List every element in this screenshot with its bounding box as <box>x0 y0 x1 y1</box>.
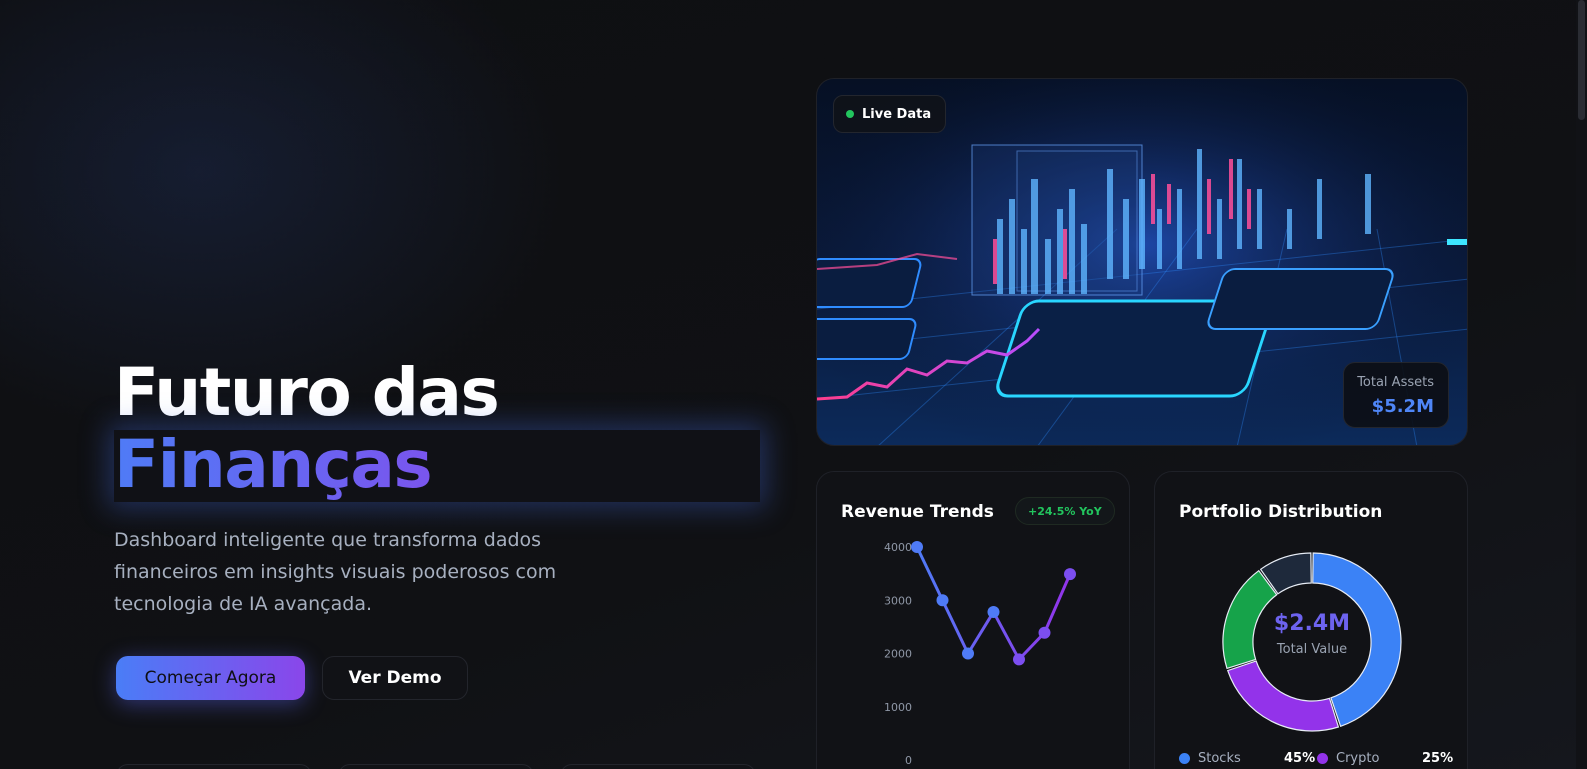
revenue-data-point[interactable] <box>911 541 923 553</box>
legend-dot-crypto <box>1317 752 1328 764</box>
legend-item-crypto: Crypto 25% <box>1317 748 1453 768</box>
stat-card <box>338 764 534 769</box>
hero-title: Futuro das <box>114 354 500 431</box>
revenue-line-chart: 4000 3000 2000 1000 0 <box>884 541 1076 767</box>
scrollbar-thumb[interactable] <box>1578 0 1585 120</box>
legend-value-crypto: 25% <box>1422 750 1454 766</box>
live-status-dot <box>846 110 854 118</box>
revenue-data-point[interactable] <box>1013 653 1025 666</box>
total-assets-label: Total Assets <box>1357 375 1434 390</box>
hero-title-highlight: Finanças <box>114 426 433 503</box>
portfolio-distribution-card: Portfolio Distribution $2.4M Total Value… <box>1154 471 1468 769</box>
view-demo-button[interactable]: Ver Demo <box>322 656 468 700</box>
y-tick-label: 0 <box>905 754 912 767</box>
portfolio-total-value: $2.4M <box>1273 611 1351 636</box>
legend-dot-stocks <box>1179 752 1190 764</box>
total-assets-value: $5.2M <box>1371 396 1434 417</box>
legend-value-stocks: 45% <box>1284 750 1316 766</box>
live-data-label: Live Data <box>862 106 932 122</box>
legend-label-crypto: Crypto <box>1336 750 1380 766</box>
legend-item-stocks: Stocks 45% <box>1179 748 1315 768</box>
live-data-badge: Live Data <box>833 95 947 133</box>
stat-card <box>560 764 756 769</box>
revenue-data-point[interactable] <box>936 594 949 607</box>
y-tick-label: 1000 <box>884 701 912 714</box>
total-assets-badge: Total Assets $5.2M <box>1343 362 1449 428</box>
hero-description: Dashboard inteligente que transforma dad… <box>114 529 557 615</box>
revenue-trends-card: Revenue Trends +24.5% YoY 4000 3000 2000 10… <box>816 471 1130 769</box>
stat-card <box>116 764 312 769</box>
y-tick-label: 4000 <box>884 541 912 554</box>
revenue-data-point[interactable] <box>1038 626 1051 639</box>
revenue-data-point[interactable] <box>1064 568 1076 581</box>
portfolio-total-label: Total Value <box>1276 642 1348 657</box>
legend-label-stocks: Stocks <box>1198 750 1241 766</box>
y-tick-label: 2000 <box>884 648 912 661</box>
get-started-button[interactable]: Começar Agora <box>116 656 305 700</box>
y-tick-label: 3000 <box>884 594 912 607</box>
hero-image-card: Live Data Total Assets $5.2M <box>816 78 1468 446</box>
donut-slice-crypto[interactable] <box>1226 660 1340 732</box>
revenue-data-point[interactable] <box>987 605 1000 618</box>
revenue-data-point[interactable] <box>962 647 974 660</box>
page-scrollbar[interactable] <box>1576 0 1587 769</box>
